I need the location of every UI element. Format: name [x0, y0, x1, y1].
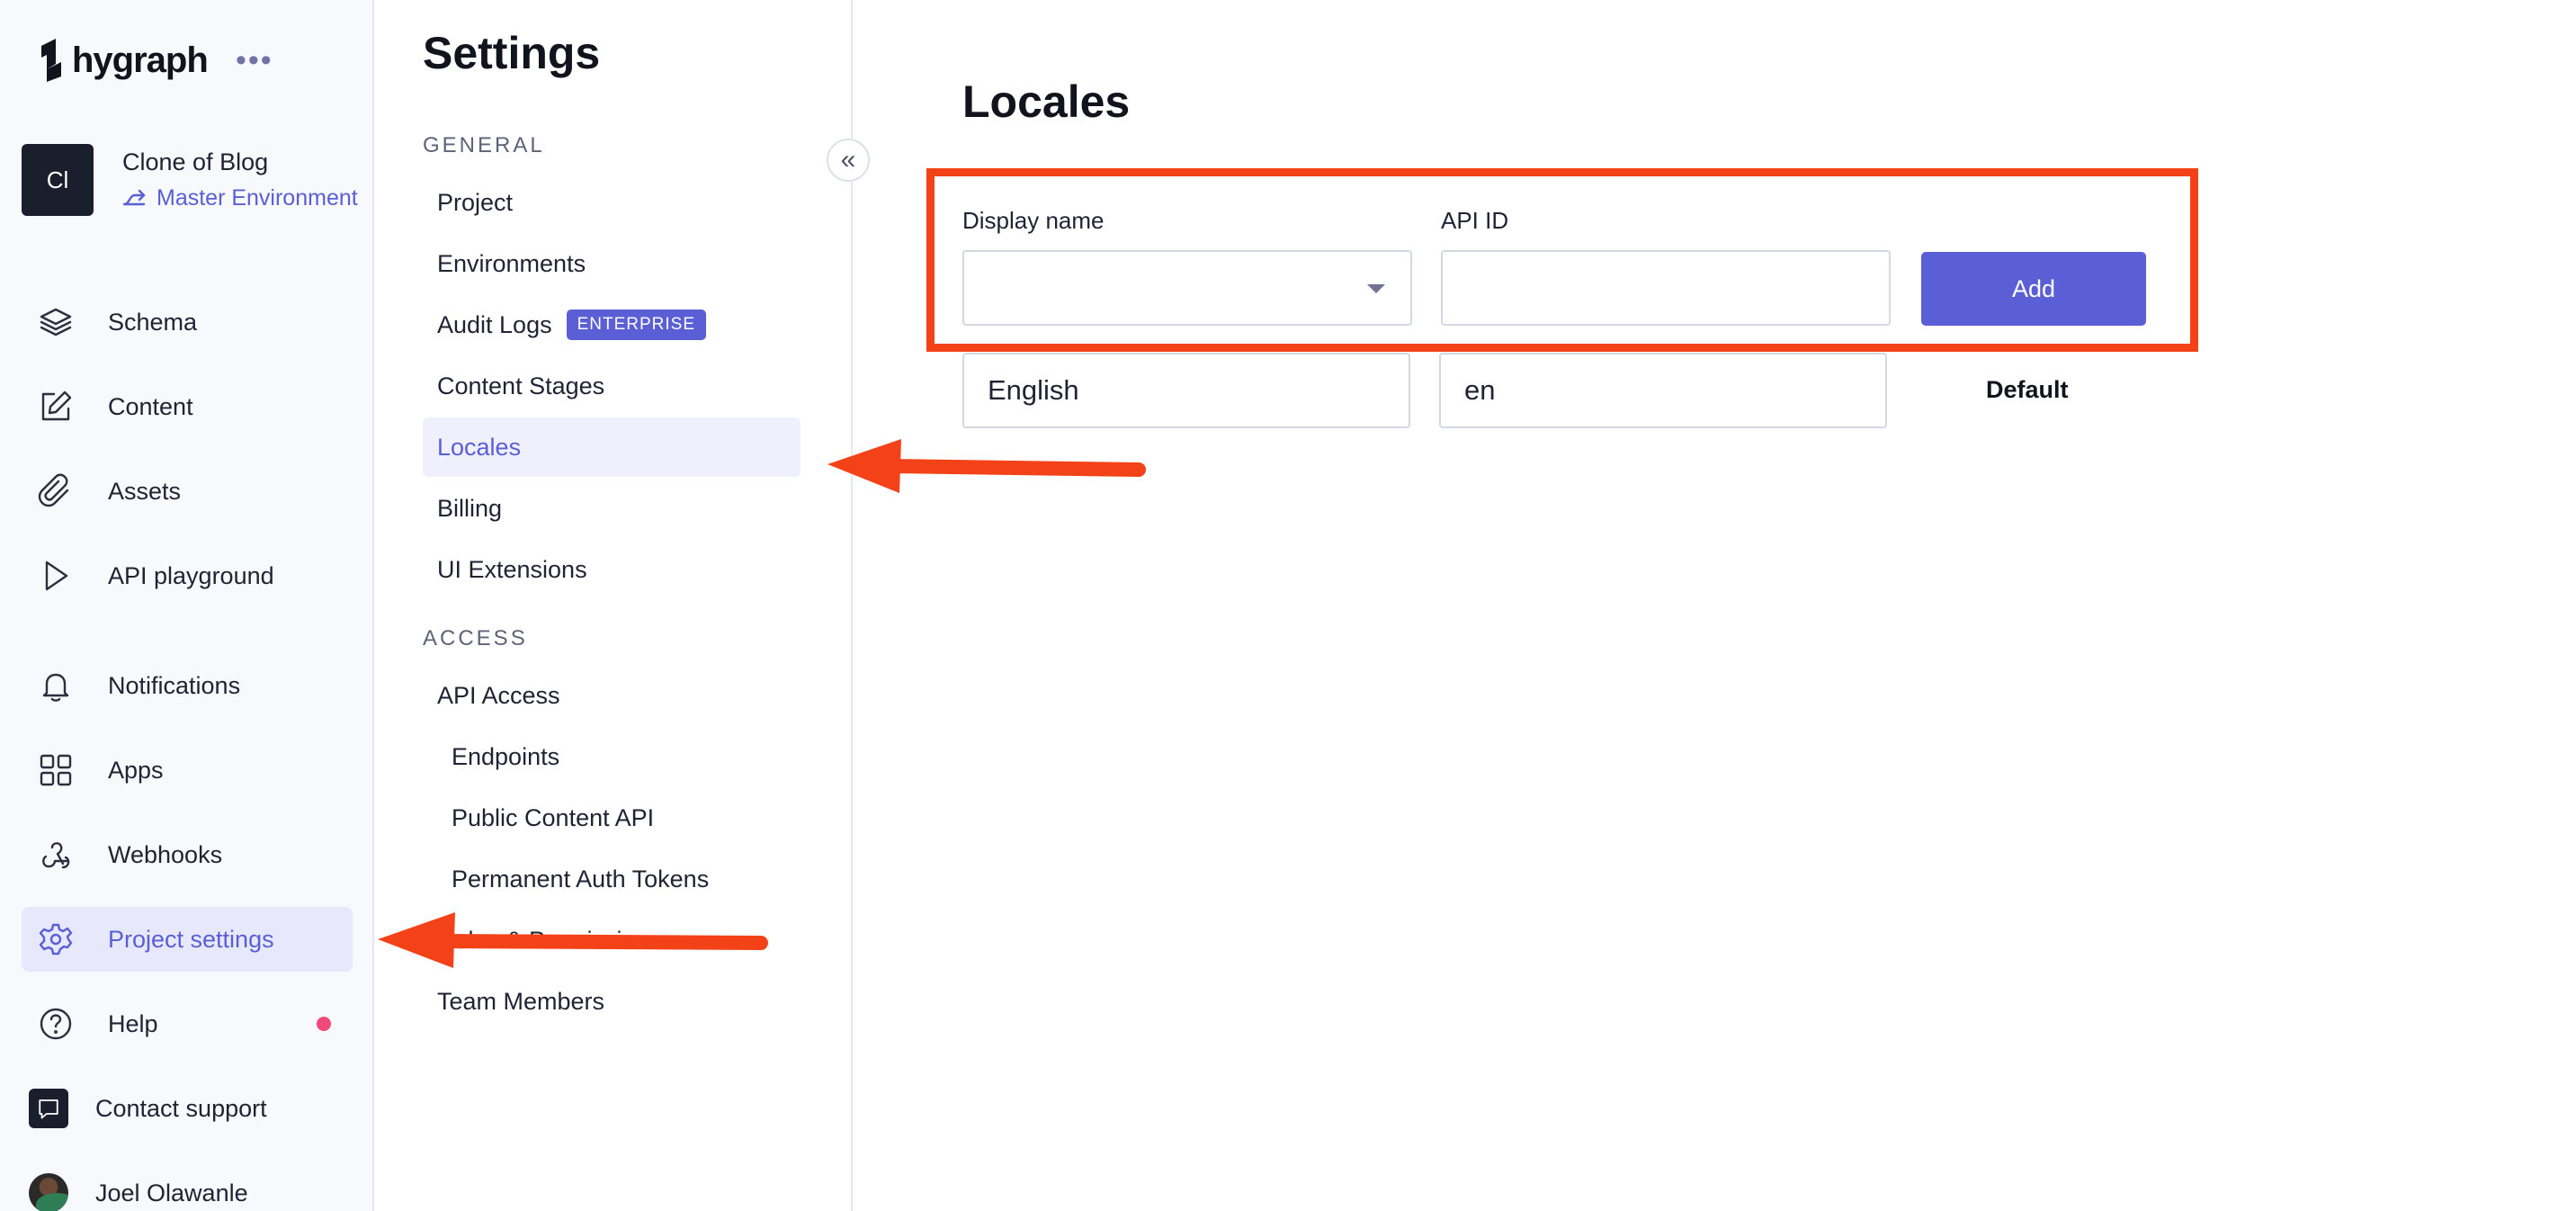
edit-icon	[36, 387, 76, 426]
settings-item-audit-logs[interactable]: Audit Logs ENTERPRISE	[423, 295, 801, 354]
left-navigation: hygraph ••• Cl Clone of Blog Master Envi…	[0, 0, 374, 1211]
settings-item-label: UI Extensions	[437, 555, 587, 583]
nav-assets[interactable]: Assets	[22, 459, 353, 524]
access-section-label: ACCESS	[423, 626, 528, 650]
nav-help-label: Help	[108, 1009, 158, 1037]
arrow-to-locales	[827, 439, 1146, 493]
nav-contact-support[interactable]: Contact support	[22, 1076, 353, 1141]
settings-item-locales[interactable]: Locales	[423, 417, 801, 477]
paperclip-icon	[36, 471, 76, 511]
settings-item-label: Endpoints	[452, 742, 560, 770]
annotation-highlight-box	[926, 168, 2198, 352]
settings-item-label: Locales	[437, 433, 522, 461]
nav-apps-label: Apps	[108, 756, 164, 784]
settings-item-content-stages[interactable]: Content Stages	[423, 356, 801, 416]
nav-notifications-label: Notifications	[108, 671, 241, 699]
logo-text: hygraph	[72, 40, 209, 80]
nav-assets-label: Assets	[108, 477, 182, 505]
nav-schema[interactable]: Schema	[22, 290, 353, 354]
settings-item-billing[interactable]: Billing	[423, 479, 801, 538]
nav-webhooks[interactable]: Webhooks	[22, 822, 353, 887]
enterprise-badge: ENTERPRISE	[566, 309, 707, 340]
layers-icon	[36, 302, 76, 342]
nav-webhooks-label: Webhooks	[108, 840, 223, 868]
nav-project-settings-label: Project settings	[108, 925, 274, 953]
nav-project-settings[interactable]: Project settings	[22, 907, 353, 972]
nav-apps[interactable]: Apps	[22, 738, 353, 803]
settings-sidebar: Settings GENERAL Project Environments Au…	[376, 0, 853, 1211]
chevrons-left-icon: «	[840, 145, 856, 175]
nav-api-playground[interactable]: API playground	[22, 543, 353, 608]
project-avatar: Cl	[22, 144, 94, 216]
settings-item-project[interactable]: Project	[423, 173, 801, 232]
settings-item-roles-permissions[interactable]: Roles & Permissions	[423, 910, 801, 970]
settings-item-label: Roles & Permissions	[437, 926, 662, 954]
settings-item-team-members[interactable]: Team Members	[423, 972, 801, 1031]
gear-icon	[36, 919, 76, 959]
settings-item-public-content-api[interactable]: Public Content API	[423, 788, 801, 848]
user-profile[interactable]: Joel Olawanle	[22, 1161, 353, 1211]
settings-item-label: Content Stages	[437, 372, 605, 399]
settings-item-ui-extensions[interactable]: UI Extensions	[423, 540, 801, 599]
nav-content-label: Content	[108, 392, 193, 420]
collapse-sidebar-button[interactable]: «	[827, 139, 870, 182]
help-notification-dot	[317, 1017, 331, 1031]
nav-schema-label: Schema	[108, 308, 198, 336]
settings-item-permanent-auth-tokens[interactable]: Permanent Auth Tokens	[423, 849, 801, 909]
settings-item-label: Audit Logs	[437, 310, 552, 338]
nav-content[interactable]: Content	[22, 374, 353, 439]
environment-selector[interactable]: Master Environment	[122, 185, 358, 211]
user-avatar	[29, 1173, 68, 1211]
chat-icon	[29, 1089, 68, 1128]
hygraph-logo[interactable]: hygraph	[36, 36, 209, 85]
play-icon	[36, 556, 76, 596]
settings-item-endpoints[interactable]: Endpoints	[423, 727, 801, 786]
nav-contact-support-label: Contact support	[95, 1094, 267, 1122]
user-name: Joel Olawanle	[95, 1179, 248, 1207]
nav-help[interactable]: Help	[22, 991, 353, 1056]
apps-grid-icon	[36, 750, 76, 790]
settings-title: Settings	[423, 28, 601, 78]
settings-item-label: Project	[437, 188, 514, 216]
project-name: Clone of Blog	[122, 148, 269, 175]
nav-notifications[interactable]: Notifications	[22, 653, 353, 718]
settings-item-label: Team Members	[437, 987, 605, 1015]
bell-icon	[36, 666, 76, 705]
settings-item-label: Billing	[437, 494, 503, 522]
nav-api-playground-label: API playground	[108, 561, 274, 589]
more-options-icon[interactable]: •••	[236, 45, 273, 76]
webhook-icon	[36, 835, 76, 875]
hygraph-logo-icon	[41, 39, 61, 82]
settings-item-label: Permanent Auth Tokens	[452, 865, 710, 893]
environment-name: Master Environment	[157, 185, 358, 211]
locale-api-id-field[interactable]: en	[1439, 353, 1887, 428]
locale-display-name-field[interactable]: English	[962, 353, 1410, 428]
settings-item-environments[interactable]: Environments	[423, 234, 801, 293]
project-switcher[interactable]: Cl Clone of Blog Master Environment	[22, 144, 358, 216]
settings-item-label: Public Content API	[452, 803, 655, 831]
settings-item-label: API Access	[437, 681, 560, 709]
settings-item-api-access[interactable]: API Access	[423, 666, 801, 725]
help-icon	[36, 1004, 76, 1044]
settings-item-label: Environments	[437, 249, 586, 277]
branch-icon	[122, 189, 146, 205]
page-title: Locales	[962, 76, 1131, 127]
general-section-label: GENERAL	[423, 133, 545, 157]
default-locale-label: Default	[1986, 376, 2069, 403]
